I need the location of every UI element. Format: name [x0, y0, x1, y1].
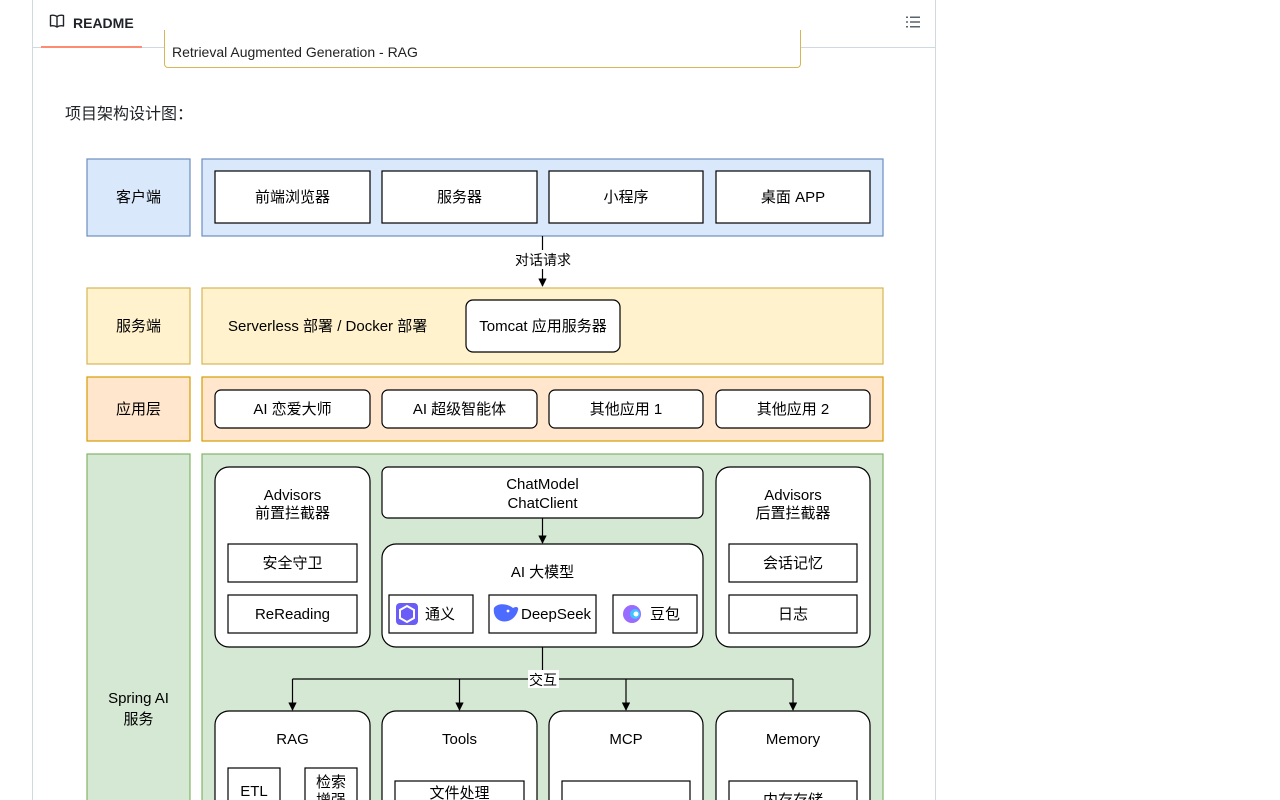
- ai-model-box: AI 大模型 通义 DeepSeek 豆包: [381, 543, 704, 648]
- spring-label-line1: Spring AI: [108, 690, 169, 707]
- server-label: 服务端: [116, 318, 161, 335]
- svg-text:其他应用 1: 其他应用 1: [590, 400, 663, 418]
- spring-label-box: [86, 453, 191, 800]
- post-advisor-log: 日志: [778, 606, 808, 623]
- client-item-browser: 前端浏览器: [214, 170, 371, 224]
- svg-text:桌面 APP: 桌面 APP: [761, 189, 825, 206]
- svg-text:Memory: Memory: [766, 731, 821, 748]
- client-item-miniprogram: 小程序: [548, 170, 704, 224]
- model-tongyi: 通义: [425, 606, 455, 623]
- architecture-diagram: 客户端 前端浏览器 服务器 小程序 桌面 APP 对话请求 服务端 Server…: [86, 158, 884, 800]
- svg-text:Tools: Tools: [442, 731, 477, 748]
- tomcat-box: Tomcat 应用服务器: [465, 299, 621, 353]
- svg-text:AI 超级智能体: AI 超级智能体: [413, 400, 506, 418]
- doubao-icon: [623, 605, 641, 623]
- mcp-box: MCP: [548, 710, 704, 800]
- svg-text:ChatClient: ChatClient: [507, 495, 578, 512]
- tongyi-icon: [396, 603, 418, 625]
- svg-text:服务器: 服务器: [437, 189, 482, 206]
- pre-advisor-security: 安全守卫: [262, 554, 322, 572]
- app-item-other-1: 其他应用 1: [548, 389, 704, 429]
- tools-file: 文件处理: [429, 785, 489, 800]
- post-advisors-box: Advisors 后置拦截器 会话记忆 日志: [715, 466, 871, 648]
- rag-box: RAG ETL 检索 增强: [214, 710, 371, 800]
- model-doubao: 豆包: [650, 606, 680, 623]
- svg-text:Tomcat 应用服务器: Tomcat 应用服务器: [479, 317, 607, 335]
- svg-text:Advisors: Advisors: [264, 487, 322, 504]
- pre-advisors-box: Advisors 前置拦截器 安全守卫 ReReading: [214, 466, 371, 648]
- memory-box: Memory 内存存储: [715, 710, 871, 800]
- pre-advisor-rereading: ReReading: [255, 606, 330, 623]
- deploy-text: Serverless 部署 / Docker 部署: [228, 318, 427, 335]
- svg-text:ChatModel: ChatModel: [506, 476, 579, 493]
- svg-text:后置拦截器: 后置拦截器: [755, 505, 830, 522]
- tools-box: Tools 文件处理: [381, 710, 538, 800]
- readme-panel: README Retrieval Augmented Generation - …: [32, 0, 936, 800]
- app-item-other-2: 其他应用 2: [715, 389, 871, 429]
- spring-label-line2: 服务: [123, 711, 153, 728]
- svg-text:前端浏览器: 前端浏览器: [255, 189, 330, 206]
- memory-inmem: 内存存储: [763, 792, 823, 800]
- client-item-server: 服务器: [381, 170, 538, 224]
- svg-text:AI 大模型: AI 大模型: [511, 564, 574, 581]
- client-item-desktop: 桌面 APP: [715, 170, 871, 224]
- svg-text:其他应用 2: 其他应用 2: [757, 400, 830, 418]
- post-advisor-memory: 会话记忆: [763, 555, 823, 572]
- rag-augment: 增强: [316, 792, 346, 800]
- svg-text:小程序: 小程序: [603, 189, 648, 206]
- svg-text:前置拦截器: 前置拦截器: [255, 505, 330, 522]
- rag-retrieve: 检索: [316, 774, 346, 791]
- svg-text:AI 恋爱大师: AI 恋爱大师: [253, 400, 331, 418]
- request-label: 对话请求: [515, 252, 571, 268]
- svg-text:MCP: MCP: [609, 731, 642, 748]
- svg-text:RAG: RAG: [276, 731, 309, 748]
- app-label: 应用层: [116, 400, 161, 418]
- chat-client-box: ChatModel ChatClient: [381, 466, 704, 519]
- interact-label: 交互: [529, 672, 557, 688]
- app-item-love-master: AI 恋爱大师: [214, 389, 371, 429]
- svg-text:Advisors: Advisors: [764, 487, 822, 504]
- client-label: 客户端: [116, 189, 161, 206]
- model-deepseek: DeepSeek: [521, 606, 592, 623]
- app-item-super-agent: AI 超级智能体: [381, 389, 538, 429]
- rag-etl: ETL: [240, 783, 268, 800]
